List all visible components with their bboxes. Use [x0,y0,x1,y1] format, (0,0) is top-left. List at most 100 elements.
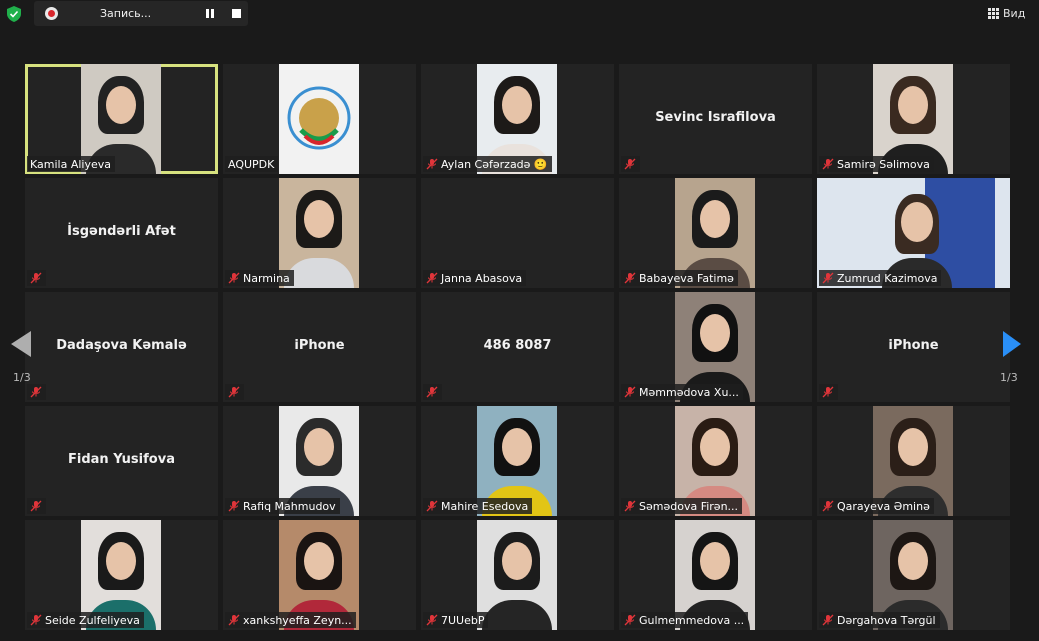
participant-name: xankshyeffa Zeyn... [243,613,352,627]
muted-mic-icon [624,500,636,512]
record-icon [45,7,58,20]
muted-mic-icon [822,386,834,398]
recording-label: Запись... [100,7,152,20]
participant-logo [279,64,359,174]
participant-name-center: Fidan Yusifova [68,452,175,467]
view-button[interactable]: Вид [988,6,1025,20]
participant-tile[interactable]: Babayeva Fatimə [619,178,812,288]
view-label: Вид [1003,6,1026,20]
participant-label [27,498,46,514]
participant-tile[interactable]: Gulmemmedova ... [619,520,812,630]
participant-label: Gulmemmedova ... [621,612,749,628]
participant-tile[interactable]: Dadaşova Kəmalə [25,292,218,402]
participant-label [621,156,640,172]
muted-mic-icon [30,500,42,512]
participant-name: Babayeva Fatimə [639,271,734,285]
participant-label: Rafiq Mahmudov [225,498,340,514]
participant-tile[interactable]: Səmədova Firən... [619,406,812,516]
participant-tile[interactable]: İsgəndərli Afət [25,178,218,288]
muted-mic-icon [30,614,42,626]
participant-label: Babayeva Fatimə [621,270,738,286]
participant-label [27,384,46,400]
participant-label [423,384,442,400]
participant-label: Qarayeva Əminə [819,498,934,514]
muted-mic-icon [822,500,834,512]
muted-mic-icon [624,272,636,284]
muted-mic-icon [228,386,240,398]
next-page-arrow-icon[interactable] [1003,331,1021,357]
participant-name-center: Sevinc Israfilova [655,110,776,125]
participant-tile[interactable]: Zumrud Kazimova [817,178,1010,288]
participant-label: Aylan Cəfərzadə 🙂 [423,156,552,172]
muted-mic-icon [624,386,636,398]
muted-mic-icon [426,158,438,170]
participant-label: Mahire Esedova [423,498,533,514]
participant-name: Zumrud Kazimova [837,271,938,285]
participant-name: Məmmədova Xu... [639,385,739,399]
participant-tile[interactable]: Qarayeva Əminə [817,406,1010,516]
participant-name: 7UUebP [441,613,485,627]
participant-name: Rafiq Mahmudov [243,499,336,513]
participant-name-center: 486 8087 [483,338,552,353]
muted-mic-icon [228,614,240,626]
participant-label: Dərgahova Tərgül [819,612,940,628]
participant-tile[interactable]: Aylan Cəfərzadə 🙂 [421,64,614,174]
participant-label: AQUPDK [225,156,279,172]
muted-mic-icon [426,500,438,512]
page-indicator-right: 1/3 [1000,371,1018,384]
participant-label: Məmmədova Xu... [621,384,743,400]
stop-recording-icon[interactable] [232,9,241,18]
muted-mic-icon [822,158,834,170]
participant-name: Mahire Esedova [441,499,529,513]
participant-tile[interactable]: Narmina [223,178,416,288]
participant-tile[interactable]: Janna Abasova [421,178,614,288]
participant-label: Janna Abasova [423,270,527,286]
recording-bar: Запись... [34,1,248,26]
previous-page-arrow-icon[interactable] [11,331,31,357]
participant-label: Kamila Aliyeva [27,156,115,172]
participant-label [819,384,838,400]
participant-tile[interactable]: Sevinc Israfilova [619,64,812,174]
participant-name: Narmina [243,271,290,285]
participant-tile[interactable]: Mahire Esedova [421,406,614,516]
participant-name-center: iPhone [294,338,345,353]
participant-tile[interactable]: Kamila Aliyeva [25,64,218,174]
participant-video [477,520,557,630]
participant-tile[interactable]: Seide Zulfeliyeva [25,520,218,630]
participant-tile[interactable]: Fidan Yusifova [25,406,218,516]
participant-tile[interactable]: Dərgahova Tərgül [817,520,1010,630]
participant-label: Səmədova Firən... [621,498,743,514]
participant-name: Kamila Aliyeva [30,157,111,171]
participant-tile[interactable]: 7UUebP [421,520,614,630]
participant-name: Samirə Səlimova [837,157,930,171]
participant-label [27,270,46,286]
participant-label [225,384,244,400]
participant-label: Zumrud Kazimova [819,270,942,286]
muted-mic-icon [624,158,636,170]
participant-tile[interactable]: iPhone [817,292,1010,402]
participant-tile[interactable]: Məmmədova Xu... [619,292,812,402]
muted-mic-icon [822,614,834,626]
participant-tile[interactable]: Rafiq Mahmudov [223,406,416,516]
participant-label: 7UUebP [423,612,489,628]
participant-tile[interactable]: xankshyeffa Zeyn... [223,520,416,630]
participant-name-center: iPhone [888,338,939,353]
muted-mic-icon [426,386,438,398]
security-shield-icon[interactable] [7,6,21,22]
participant-label: xankshyeffa Zeyn... [225,612,356,628]
participant-name: Seide Zulfeliyeva [45,613,140,627]
participant-tile[interactable]: 486 8087 [421,292,614,402]
participant-label: Narmina [225,270,294,286]
muted-mic-icon [30,272,42,284]
muted-mic-icon [822,272,834,284]
participant-tile[interactable]: Samirə Səlimova [817,64,1010,174]
participant-name: AQUPDK [228,157,275,171]
participant-tile[interactable]: iPhone [223,292,416,402]
participant-name-center: İsgəndərli Afət [67,224,176,239]
page-indicator-left: 1/3 [13,371,31,384]
participant-tile[interactable]: AQUPDK [223,64,416,174]
participant-name: Gulmemmedova ... [639,613,745,627]
participant-label: Seide Zulfeliyeva [27,612,144,628]
participant-name-center: Dadaşova Kəmalə [56,338,187,353]
pause-recording-icon[interactable] [206,9,215,18]
